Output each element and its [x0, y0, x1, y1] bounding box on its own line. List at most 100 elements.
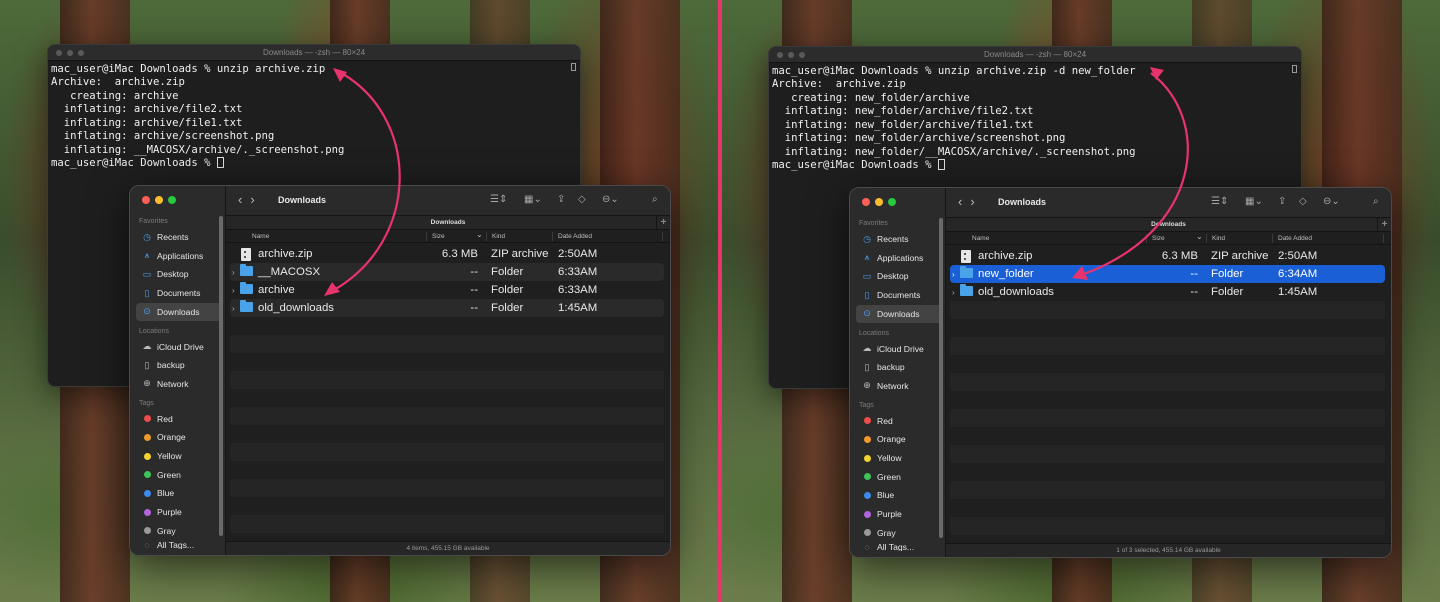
column-separator[interactable]	[486, 232, 487, 241]
column-name[interactable]: Name	[252, 233, 269, 240]
minimize-button[interactable]	[67, 50, 73, 56]
share-icon[interactable]: ⇪	[1278, 196, 1286, 207]
sidebar-tag-yellow[interactable]: Yellow	[136, 447, 222, 465]
column-date-added[interactable]: Date Added	[1278, 235, 1312, 242]
sidebar-tag-red[interactable]: Red	[856, 412, 942, 430]
sidebar-tag-purple[interactable]: Purple	[136, 503, 222, 521]
table-row[interactable]: › old_downloads -- Folder 1:45AM	[950, 283, 1385, 301]
close-button[interactable]	[862, 198, 870, 206]
window-controls[interactable]	[142, 196, 176, 204]
close-button[interactable]	[142, 196, 150, 204]
sidebar-tag-orange[interactable]: Orange	[856, 430, 942, 448]
table-row[interactable]: archive.zip 6.3 MB ZIP archive 2:50AM	[230, 245, 664, 263]
sidebar-item-network[interactable]: ⊕ Network	[856, 377, 942, 395]
table-row[interactable]: archive.zip 6.3 MB ZIP archive 2:50AM	[950, 247, 1385, 265]
close-button[interactable]	[56, 50, 62, 56]
disclosure-chevron-icon[interactable]: ›	[232, 268, 235, 277]
back-chevron-icon[interactable]: ‹	[958, 194, 970, 209]
close-button[interactable]	[777, 52, 783, 58]
finder-window[interactable]: Favorites ◷ Recents ⩚ Applications ▭ Desktop ▯ D…	[849, 187, 1392, 558]
table-row[interactable]: › old_downloads -- Folder 1:45AM	[230, 299, 664, 317]
table-row[interactable]: › archive -- Folder 6:33AM	[230, 281, 664, 299]
column-separator[interactable]	[662, 232, 663, 241]
column-separator[interactable]	[1272, 234, 1273, 243]
forward-chevron-icon[interactable]: ›	[970, 194, 982, 209]
column-separator[interactable]	[1383, 234, 1384, 243]
sidebar-item-downloads[interactable]: ⊙ Downloads	[856, 304, 942, 323]
sidebar-tag-gray[interactable]: Gray	[856, 524, 942, 542]
disclosure-chevron-icon[interactable]: ›	[232, 304, 235, 313]
sidebar-all-tags[interactable]: ◌ All Tags...	[856, 543, 942, 551]
sidebar-item-recents[interactable]: ◷ Recents	[136, 228, 222, 246]
tag-icon[interactable]: ◇	[578, 194, 586, 205]
search-icon[interactable]: ⌕	[1373, 196, 1379, 207]
table-row[interactable]: › __MACOSX -- Folder 6:33AM	[230, 263, 664, 281]
sidebar-item-applications[interactable]: ⩚ Applications	[856, 249, 942, 267]
zoom-button[interactable]	[78, 50, 84, 56]
minimize-button[interactable]	[875, 198, 883, 206]
search-icon[interactable]: ⌕	[652, 194, 658, 205]
zoom-button[interactable]	[168, 196, 176, 204]
terminal-output[interactable]: mac_user@iMac Downloads % unzip archive.…	[769, 63, 1301, 175]
column-kind[interactable]: Kind	[1212, 235, 1225, 242]
sidebar-scrollbar[interactable]	[219, 216, 223, 536]
table-row[interactable]: › new_folder -- Folder 6:34AM	[950, 265, 1385, 283]
sidebar-tag-green[interactable]: Green	[136, 466, 222, 484]
window-controls[interactable]	[56, 50, 84, 56]
path-tab-title[interactable]: Downloads	[1151, 221, 1186, 228]
column-separator[interactable]	[552, 232, 553, 241]
new-tab-button[interactable]: +	[1377, 218, 1391, 232]
sidebar-item-documents[interactable]: ▯ Documents	[856, 286, 942, 304]
tag-icon[interactable]: ◇	[1299, 196, 1307, 207]
forward-chevron-icon[interactable]: ›	[250, 192, 262, 207]
sidebar-tag-yellow[interactable]: Yellow	[856, 449, 942, 467]
window-controls[interactable]	[862, 198, 896, 206]
sidebar-item-applications[interactable]: ⩚ Applications	[136, 247, 222, 265]
navigation-buttons[interactable]: ‹›	[238, 192, 263, 207]
column-separator[interactable]	[1206, 234, 1207, 243]
sidebar-item-recents[interactable]: ◷ Recents	[856, 230, 942, 248]
column-separator[interactable]	[1146, 234, 1147, 243]
sidebar-item-desktop[interactable]: ▭ Desktop	[136, 265, 222, 283]
column-separator[interactable]	[426, 232, 427, 241]
finder-window[interactable]: Favorites ◷ Recents ⩚ Applications ▭ Desktop ▯ D…	[129, 185, 671, 556]
sidebar-all-tags[interactable]: ◌ All Tags...	[136, 541, 222, 549]
column-date-added[interactable]: Date Added	[558, 233, 592, 240]
sidebar-scrollbar[interactable]	[939, 218, 943, 538]
path-tab-title[interactable]: Downloads	[431, 219, 466, 226]
sidebar-tag-blue[interactable]: Blue	[136, 484, 222, 502]
disclosure-chevron-icon[interactable]: ›	[952, 270, 955, 279]
disclosure-chevron-icon[interactable]: ›	[232, 286, 235, 295]
sidebar-tag-red[interactable]: Red	[136, 410, 222, 428]
sidebar-item-icloud-drive[interactable]: ☁ iCloud Drive	[136, 338, 222, 356]
more-actions-icon[interactable]: ⊖⌄	[1323, 196, 1340, 207]
sidebar-item-documents[interactable]: ▯ Documents	[136, 284, 222, 302]
terminal-output[interactable]: mac_user@iMac Downloads % unzip archive.…	[48, 61, 580, 173]
sidebar-tag-green[interactable]: Green	[856, 468, 942, 486]
share-icon[interactable]: ⇪	[557, 194, 565, 205]
sidebar-tag-gray[interactable]: Gray	[136, 522, 222, 540]
zoom-button[interactable]	[799, 52, 805, 58]
sidebar-item-backup[interactable]: ▯ backup	[136, 356, 222, 374]
back-chevron-icon[interactable]: ‹	[238, 192, 250, 207]
list-view-icon[interactable]: ☰⇕	[490, 194, 507, 205]
column-name[interactable]: Name	[972, 235, 989, 242]
zoom-button[interactable]	[888, 198, 896, 206]
list-view-icon[interactable]: ☰⇕	[1211, 196, 1228, 207]
sidebar-item-icloud-drive[interactable]: ☁ iCloud Drive	[856, 340, 942, 358]
sidebar-tag-purple[interactable]: Purple	[856, 505, 942, 523]
grid-view-icon[interactable]: ▦⌄	[524, 194, 542, 205]
sidebar-tag-blue[interactable]: Blue	[856, 486, 942, 504]
sidebar-item-downloads[interactable]: ⊙ Downloads	[136, 302, 222, 321]
navigation-buttons[interactable]: ‹›	[958, 194, 983, 209]
column-size[interactable]: Size	[432, 233, 445, 240]
disclosure-chevron-icon[interactable]: ›	[952, 288, 955, 297]
minimize-button[interactable]	[155, 196, 163, 204]
minimize-button[interactable]	[788, 52, 794, 58]
sidebar-item-backup[interactable]: ▯ backup	[856, 358, 942, 376]
column-size[interactable]: Size	[1152, 235, 1165, 242]
sidebar-item-network[interactable]: ⊕ Network	[136, 375, 222, 393]
more-actions-icon[interactable]: ⊖⌄	[602, 194, 619, 205]
new-tab-button[interactable]: +	[656, 216, 670, 230]
grid-view-icon[interactable]: ▦⌄	[1245, 196, 1263, 207]
